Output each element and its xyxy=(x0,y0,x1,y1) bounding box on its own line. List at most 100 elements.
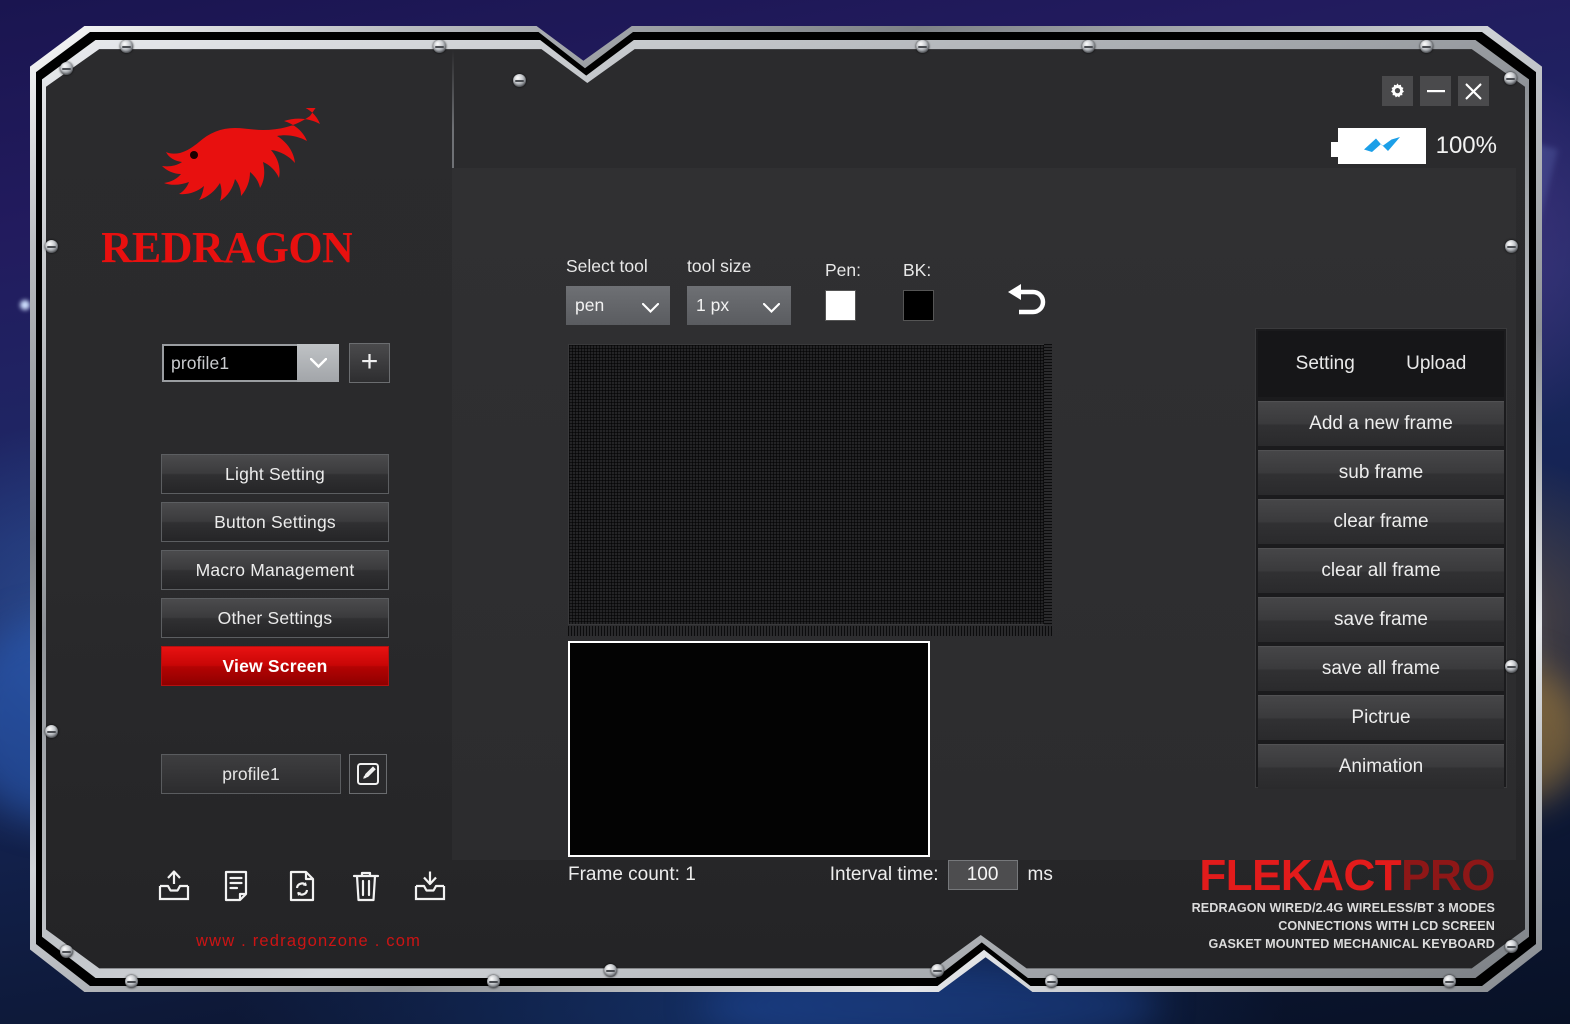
select-tool-dropdown[interactable]: pen xyxy=(566,286,670,325)
interval-time-label: Interval time: xyxy=(829,864,939,885)
export-tray-glyph xyxy=(158,870,190,901)
frame-action-panel: Setting Upload Add a new frame sub frame… xyxy=(1255,328,1507,789)
frame-screw xyxy=(120,40,133,53)
action-button-label: Pictrue xyxy=(1351,707,1411,728)
select-tool-value: pen xyxy=(575,295,605,315)
frame-screw xyxy=(1082,40,1095,53)
tool-size-group: tool size 1 px xyxy=(687,256,791,325)
pen-color-swatch[interactable] xyxy=(825,290,856,321)
chevron-down-icon xyxy=(641,300,660,318)
undo-arrow-icon xyxy=(1008,284,1046,315)
minimize-icon xyxy=(1426,90,1445,93)
interval-time-input[interactable]: 100 xyxy=(947,860,1018,890)
frame-preview[interactable] xyxy=(568,641,930,857)
bottom-toolbar xyxy=(156,868,448,904)
main-content-panel: Select tool pen tool size 1 px Pen: BK: … xyxy=(452,168,1516,890)
profile-dropdown-value: profile1 xyxy=(171,352,230,373)
action-button-label: sub frame xyxy=(1338,462,1424,483)
product-name-primary: FLEKACT xyxy=(1199,851,1402,900)
bk-color-swatch[interactable] xyxy=(903,290,934,321)
minimize-button[interactable] xyxy=(1420,76,1451,106)
action-button-label: Animation xyxy=(1338,756,1424,777)
pen-color-group: Pen: xyxy=(825,260,861,325)
battery-status: 100% xyxy=(1330,128,1497,164)
frame-screw xyxy=(60,945,73,958)
save-frame-button[interactable]: save frame xyxy=(1258,597,1504,642)
pixel-drawing-canvas[interactable] xyxy=(568,344,1052,625)
bk-color-label: BK: xyxy=(903,260,932,280)
canvas-horizontal-scrollbar[interactable] xyxy=(568,626,1052,636)
product-tagline-3: GASKET MOUNTED MECHANICAL KEYBOARD xyxy=(1208,936,1495,951)
left-sidebar: REDRAGON profile1 + Light Setting Button… xyxy=(60,60,458,860)
product-name-secondary: PRO xyxy=(1401,851,1495,900)
redragon-wordmark: REDRAGON xyxy=(102,223,352,272)
profile-name-row: profile1 xyxy=(161,754,387,794)
frame-screw xyxy=(1505,940,1518,953)
tab-upload[interactable]: Upload xyxy=(1406,353,1466,375)
profile-name-field[interactable]: profile1 xyxy=(161,754,341,794)
trash-icon[interactable] xyxy=(348,868,384,904)
interval-time-unit: ms xyxy=(1027,864,1053,885)
settings-gear-button[interactable] xyxy=(1382,76,1413,106)
chevron-down-icon xyxy=(762,300,781,318)
redragon-logo: REDRAGON xyxy=(102,108,352,278)
sidebar-item-label: View Screen xyxy=(222,655,328,676)
add-new-frame-button[interactable]: Add a new frame xyxy=(1258,401,1504,446)
sync-file-glyph xyxy=(289,870,315,902)
save-all-frame-button[interactable]: save all frame xyxy=(1258,646,1504,691)
close-button[interactable] xyxy=(1458,76,1489,106)
pen-color-label: Pen: xyxy=(825,260,861,280)
sidebar-item-view-screen[interactable]: View Screen xyxy=(161,646,389,686)
profile-dropdown[interactable]: profile1 xyxy=(162,344,339,382)
sidebar-item-macro-management[interactable]: Macro Management xyxy=(161,550,389,590)
clear-frame-button[interactable]: clear frame xyxy=(1258,499,1504,544)
sidebar-item-other-settings[interactable]: Other Settings xyxy=(161,598,389,638)
frame-screw xyxy=(1045,975,1058,988)
frame-screw xyxy=(1504,72,1517,85)
picture-button[interactable]: Pictrue xyxy=(1258,695,1504,740)
canvas-vertical-scrollbar[interactable] xyxy=(1044,344,1052,625)
wallpaper-star xyxy=(20,300,30,310)
sync-file-icon[interactable] xyxy=(284,868,320,904)
frame-screw xyxy=(513,74,526,87)
document-list-icon[interactable] xyxy=(220,868,256,904)
product-name: FLEKACTPRO xyxy=(1192,854,1495,898)
document-list-glyph xyxy=(224,870,248,902)
frame-screw xyxy=(487,975,500,988)
sub-frame-button[interactable]: sub frame xyxy=(1258,450,1504,495)
frame-screw xyxy=(604,964,617,977)
frame-screw xyxy=(931,964,944,977)
bk-color-group: BK: xyxy=(903,260,934,325)
select-tool-group: Select tool pen xyxy=(566,256,670,325)
frame-screw xyxy=(1505,240,1518,253)
clear-all-frame-button[interactable]: clear all frame xyxy=(1258,548,1504,593)
frame-screw xyxy=(60,62,73,75)
edit-pencil-glyph xyxy=(357,763,379,785)
status-bar: Frame count: 1 Interval time: 100 ms xyxy=(568,860,1088,890)
charging-bolt-glyph xyxy=(1363,137,1400,152)
product-tagline-2: CONNECTIONS WITH LCD SCREEN xyxy=(1278,918,1495,933)
battery-charging-icon xyxy=(1330,128,1426,164)
tab-setting[interactable]: Setting xyxy=(1296,353,1355,375)
action-panel-tabs: Setting Upload xyxy=(1258,331,1504,397)
sidebar-item-label: Button Settings xyxy=(214,511,336,532)
tool-size-label: tool size xyxy=(687,256,752,276)
chevron-down-icon[interactable] xyxy=(297,344,339,382)
frame-count-label: Frame count: 1 xyxy=(568,864,696,885)
trash-glyph xyxy=(352,871,380,902)
sidebar-item-button-settings[interactable]: Button Settings xyxy=(161,502,389,542)
tool-size-dropdown[interactable]: 1 px xyxy=(687,286,791,325)
animation-button[interactable]: Animation xyxy=(1258,744,1504,789)
edit-pencil-icon[interactable] xyxy=(349,754,387,794)
sidebar-item-light-setting[interactable]: Light Setting xyxy=(161,454,389,494)
action-button-label: clear all frame xyxy=(1321,560,1441,581)
drawing-toolbar: Select tool pen tool size 1 px Pen: BK: xyxy=(566,256,1054,325)
frame-screw xyxy=(916,40,929,53)
add-profile-button[interactable]: + xyxy=(349,343,390,383)
undo-button[interactable] xyxy=(1002,281,1054,323)
import-tray-icon[interactable] xyxy=(412,868,448,904)
export-tray-icon[interactable] xyxy=(156,868,192,904)
product-tagline-1: REDRAGON WIRED/2.4G WIRELESS/BT 3 MODES xyxy=(1191,901,1495,915)
svg-text:REDRAGON: REDRAGON xyxy=(102,223,352,272)
gear-icon xyxy=(1391,82,1404,97)
